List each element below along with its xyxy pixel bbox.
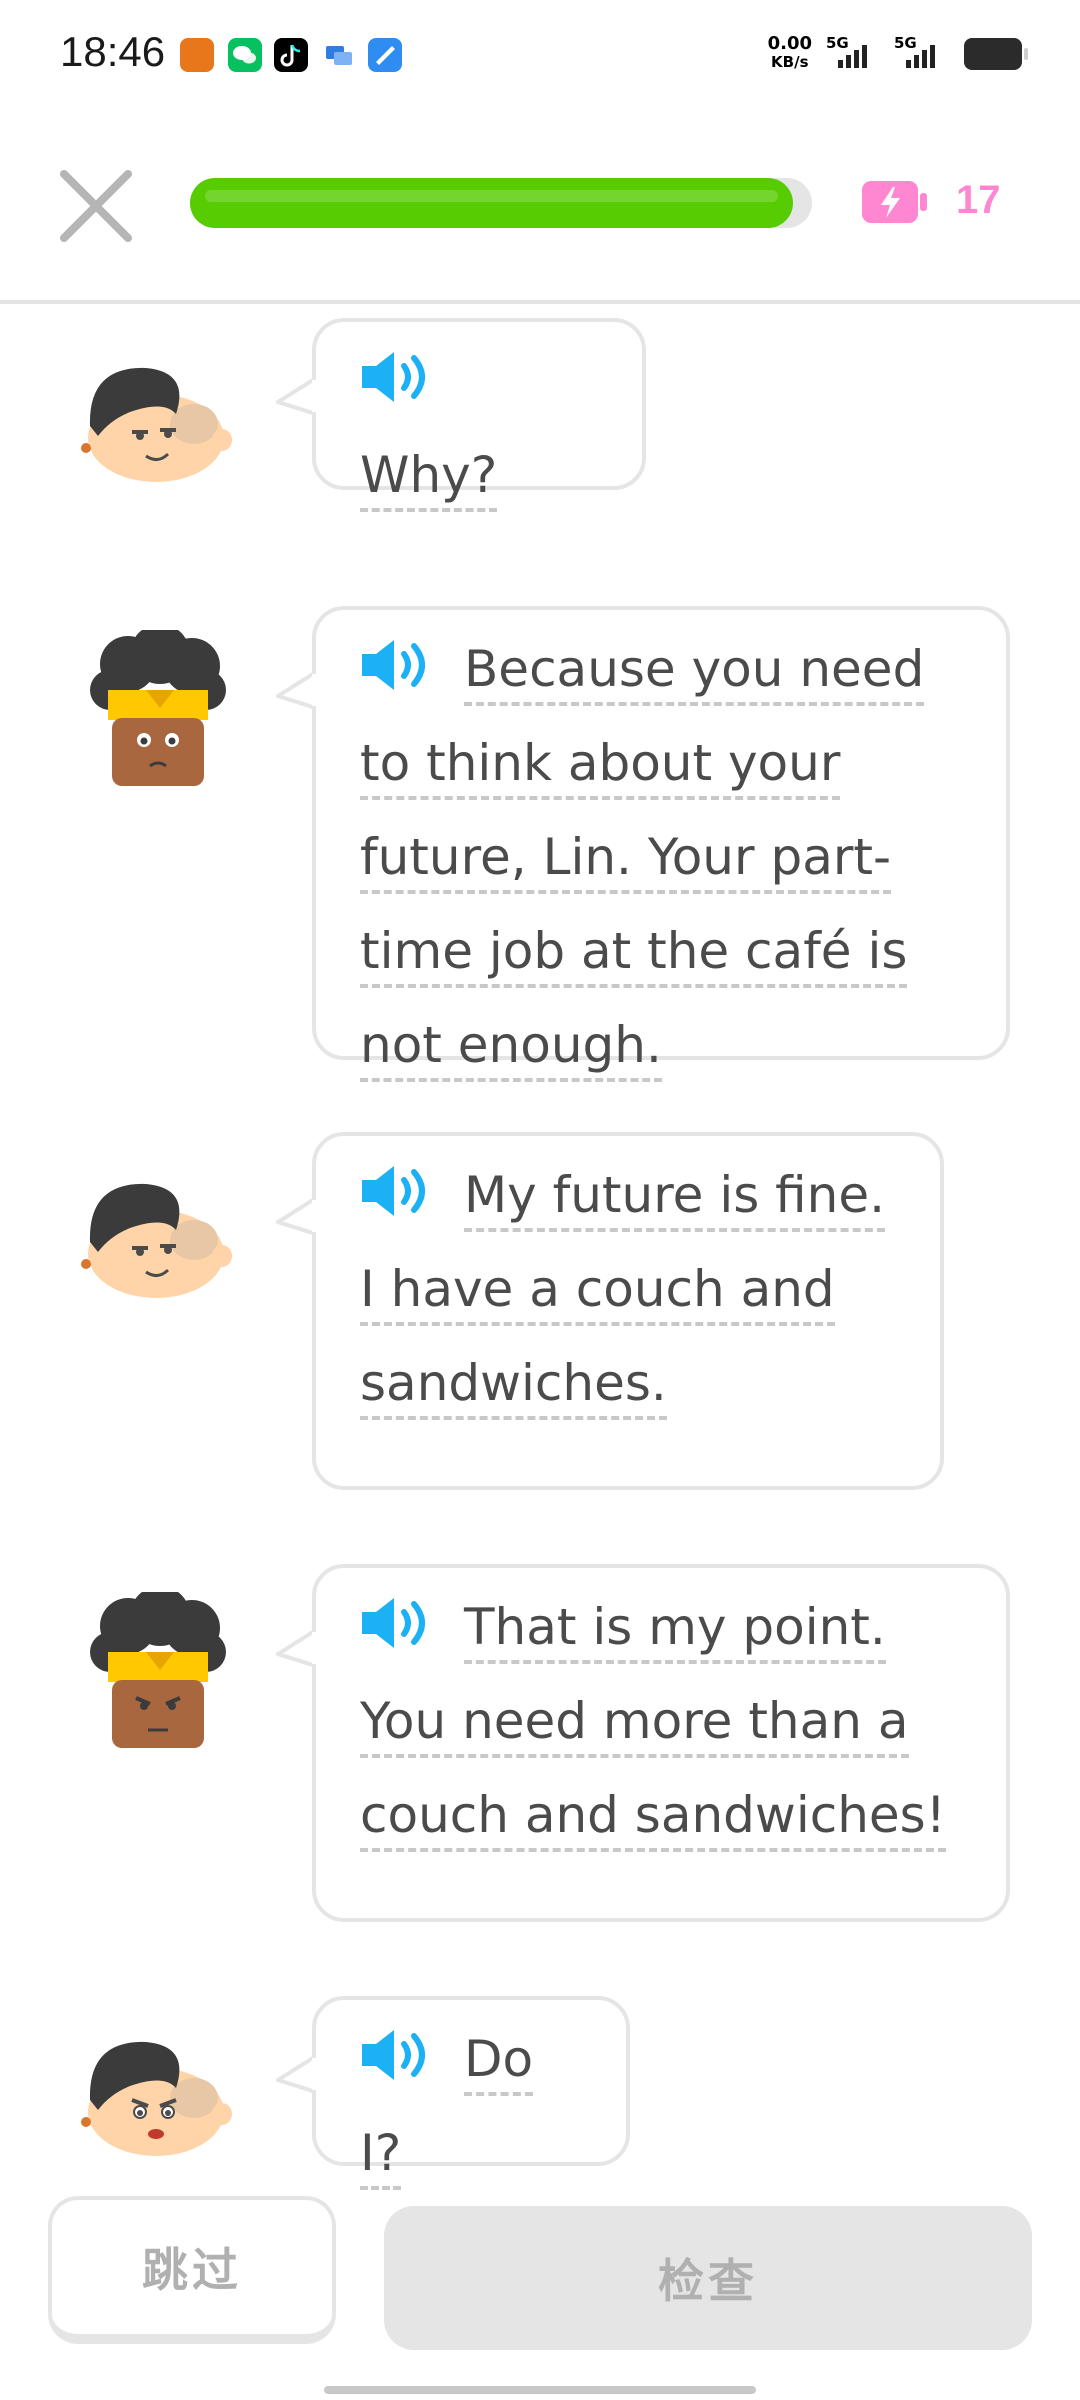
message-text[interactable]: My future is fine. I have a couch and sa… xyxy=(360,1166,885,1420)
battery-icon xyxy=(964,38,1028,70)
message-text[interactable]: Why? xyxy=(360,446,498,512)
signal-2: 5G xyxy=(894,34,935,68)
progress-bar-highlight xyxy=(205,190,778,202)
avatar-lin xyxy=(76,2034,232,2184)
skip-button[interactable]: 跳过 xyxy=(48,2196,336,2344)
avatar-lin xyxy=(76,1176,232,1326)
close-button[interactable] xyxy=(58,168,134,244)
wechat-icon xyxy=(228,38,262,72)
energy-count: 17 xyxy=(956,178,1001,222)
network-speed-unit: KB/s xyxy=(771,53,809,71)
tiktok-icon xyxy=(274,38,308,72)
signal-bars-icon xyxy=(906,45,935,68)
avatar-friend xyxy=(88,1586,238,1748)
messages-icon xyxy=(322,38,356,72)
speaker-icon[interactable] xyxy=(360,1156,434,1216)
speaker-icon[interactable] xyxy=(360,630,434,690)
progress-bar-fill xyxy=(190,178,793,228)
message-bubble: My future is fine. I have a couch and sa… xyxy=(276,1132,944,1490)
speaker-icon[interactable] xyxy=(360,1588,434,1648)
message-text[interactable]: Because you need to think about your fut… xyxy=(360,640,925,1082)
energy-battery-icon xyxy=(860,178,930,226)
network-speed-value: 0.00 xyxy=(767,33,812,54)
message-bubble: Why? xyxy=(276,318,646,512)
check-button[interactable]: 检查 xyxy=(384,2206,1032,2350)
message-bubble: Do I? xyxy=(276,1996,630,2190)
signal-bars-icon xyxy=(838,45,867,68)
status-time: 18:46 xyxy=(60,28,166,75)
network-speed: 0.00 KB/s xyxy=(767,33,812,71)
message-bubble: Because you need to think about your fut… xyxy=(276,606,1010,1082)
tomcat-app-icon xyxy=(180,38,214,72)
message-bubble: That is my point. You need more than a c… xyxy=(276,1564,1010,1922)
header-divider xyxy=(0,300,1080,304)
signal-1: 5G xyxy=(826,34,867,68)
home-indicator[interactable] xyxy=(324,2386,756,2394)
message-text[interactable]: That is my point. You need more than a c… xyxy=(360,1598,946,1852)
browser-icon xyxy=(368,38,402,72)
speaker-icon[interactable] xyxy=(360,342,434,402)
avatar-friend xyxy=(88,624,238,786)
avatar-lin xyxy=(76,360,232,510)
speaker-icon[interactable] xyxy=(360,2020,434,2080)
close-icon xyxy=(60,170,132,242)
